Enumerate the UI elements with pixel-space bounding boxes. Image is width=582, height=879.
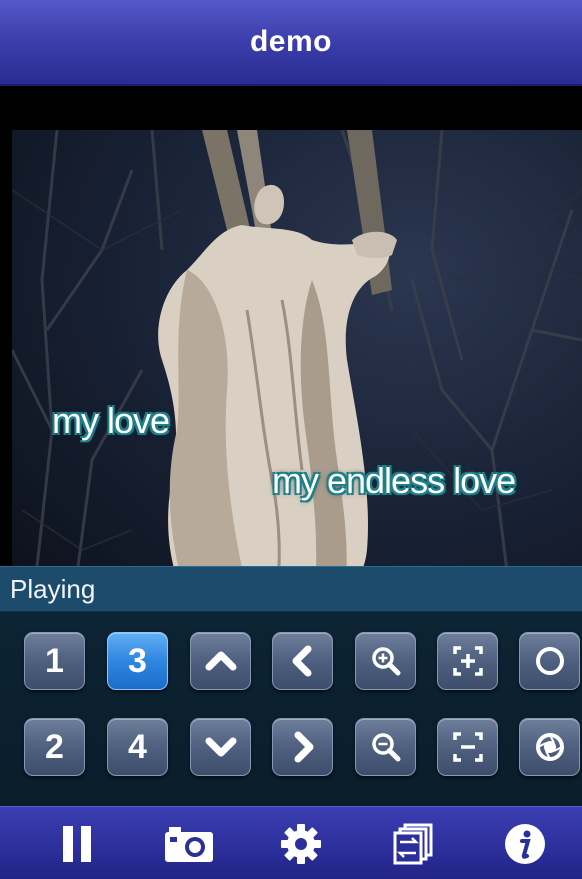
page-title: demo [249, 25, 332, 58]
pause-button[interactable] [36, 807, 118, 879]
pan-right-button[interactable] [272, 718, 333, 776]
info-button[interactable] [484, 807, 566, 879]
status-text: Playing [10, 573, 96, 604]
pan-left-button[interactable] [272, 632, 333, 690]
snapshot-button[interactable] [148, 807, 230, 879]
iris-close-icon [535, 733, 564, 761]
info-icon [505, 823, 545, 864]
channel-4-button[interactable]: 4 [107, 718, 168, 776]
chevron-left-icon [292, 645, 311, 677]
pan-up-button[interactable] [190, 632, 251, 690]
settings-button[interactable] [260, 807, 342, 879]
pan-down-button[interactable] [190, 718, 251, 776]
switch-view-icon [393, 823, 433, 864]
channel-1-label: 1 [45, 641, 64, 680]
focus-out-icon [452, 732, 483, 762]
switch-view-button[interactable] [372, 807, 454, 879]
ptz-control-panel: 1 3 2 4 [0, 612, 582, 806]
iris-open-button[interactable] [519, 632, 580, 690]
caption-line-2: my endless love [272, 460, 516, 501]
title-bar: demo [0, 0, 582, 86]
iris-close-button[interactable] [519, 718, 580, 776]
status-bar: Playing [0, 566, 582, 612]
channel-3-label: 3 [128, 641, 147, 680]
chevron-right-icon [294, 731, 313, 763]
channel-4-label: 4 [128, 727, 147, 766]
video-player[interactable]: my love my endless love [12, 130, 582, 612]
video-area: my love my endless love [0, 86, 582, 612]
chevron-up-icon [205, 651, 236, 671]
chevron-down-icon [205, 737, 236, 757]
zoom-in-button[interactable] [355, 632, 416, 690]
channel-1-button[interactable]: 1 [24, 632, 85, 690]
pause-icon [63, 825, 91, 862]
focus-in-button[interactable] [437, 632, 498, 690]
channel-2-button[interactable]: 2 [24, 718, 85, 776]
channel-3-button[interactable]: 3 [107, 632, 168, 690]
iris-open-icon [535, 647, 564, 675]
caption-line-1: my love [52, 400, 170, 441]
focus-out-button[interactable] [437, 718, 498, 776]
gear-icon [281, 823, 321, 864]
zoom-out-button[interactable] [355, 718, 416, 776]
video-frame-image [12, 130, 582, 612]
bottom-toolbar [0, 806, 582, 879]
focus-in-icon [452, 646, 483, 676]
channel-2-label: 2 [45, 727, 64, 766]
zoom-in-icon [371, 647, 400, 676]
camera-icon [165, 826, 213, 862]
zoom-out-icon [371, 733, 400, 762]
